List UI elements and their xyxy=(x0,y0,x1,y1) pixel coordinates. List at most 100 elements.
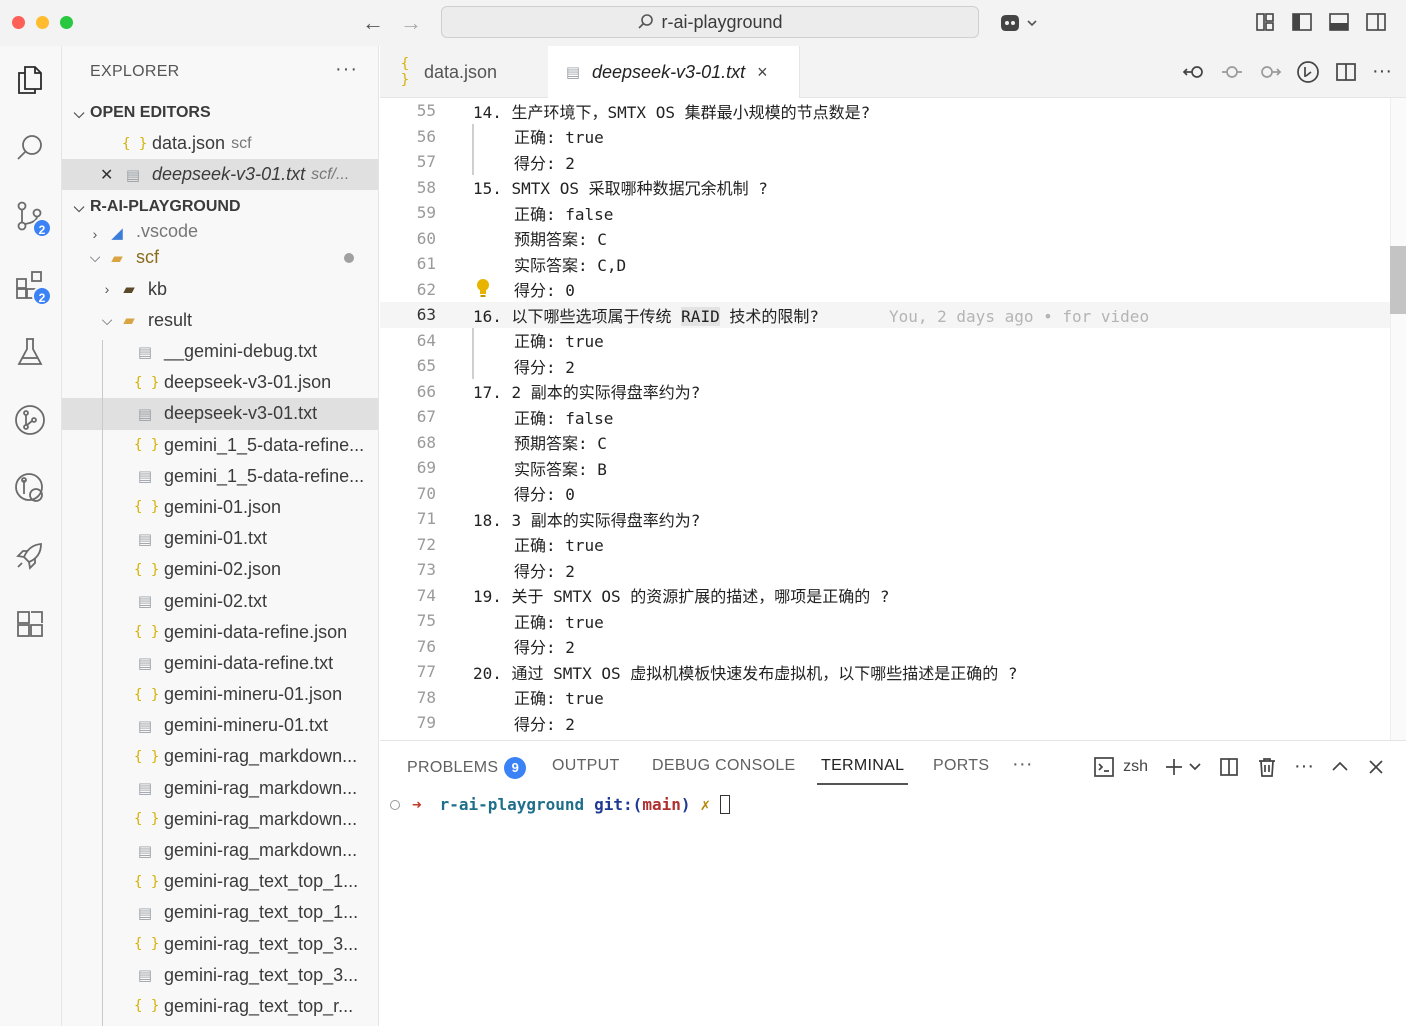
extensions-icon[interactable]: 2 xyxy=(10,264,52,306)
open-changes-previous-icon[interactable] xyxy=(1182,61,1206,83)
source-control-icon[interactable]: 2 xyxy=(10,196,52,238)
split-terminal-icon[interactable] xyxy=(1218,756,1240,778)
code-line[interactable]: 79 得分: 2 xyxy=(380,710,1390,736)
close-editor-icon[interactable]: ✕ xyxy=(100,165,122,185)
file-item[interactable]: ▤ gemini-mineru-01.txt xyxy=(62,710,378,741)
code-line[interactable]: 71 18. 3 副本的实际得盘率约为? xyxy=(380,506,1390,532)
tab-problems[interactable]: PROBLEMS 9 xyxy=(407,757,527,779)
folder-scf[interactable]: ⌵ ▰ scf xyxy=(62,242,378,273)
deploy-rocket-icon[interactable] xyxy=(10,536,50,576)
file-item[interactable]: ▤ gemini_1_5-data-refine... xyxy=(62,461,378,492)
code-line[interactable]: 57 得分: 2 xyxy=(380,149,1390,175)
file-item[interactable]: { } gemini-01.json xyxy=(62,492,378,523)
code-line[interactable]: 55 14. 生产环境下，SMTX OS 集群最小规模的节点数是? xyxy=(380,98,1390,124)
tab-output[interactable]: OUTPUT xyxy=(552,757,620,775)
toggle-primary-sidebar-icon[interactable] xyxy=(1291,12,1313,37)
open-editor-item-active[interactable]: ✕ ▤ deepseek-v3-01.txt scf/... xyxy=(62,159,378,191)
code-line[interactable]: 70 得分: 0 xyxy=(380,481,1390,507)
code-line[interactable]: 76 得分: 2 xyxy=(380,634,1390,660)
terminal-shell-selector[interactable]: zsh xyxy=(1093,756,1148,778)
file-item[interactable]: { } gemini-data-refine.json xyxy=(62,617,378,648)
code-line[interactable]: 64 正确: true xyxy=(380,328,1390,354)
file-item[interactable]: ▤ gemini-rag_markdown... xyxy=(62,773,378,804)
command-center-search[interactable]: r-ai-playground xyxy=(441,6,979,38)
more-actions-icon[interactable]: ··· xyxy=(1372,60,1392,83)
toggle-panel-icon[interactable] xyxy=(1328,12,1350,37)
file-item[interactable]: { } gemini-rag_markdown... xyxy=(62,741,378,772)
file-item[interactable]: ▤ gemini-rag_markdown... xyxy=(62,835,378,866)
code-line[interactable]: 60 预期答案: C xyxy=(380,226,1390,252)
terminal-prompt[interactable]: ➜ r-ai-playground git:(main) ✗ xyxy=(390,795,731,814)
close-panel-icon[interactable] xyxy=(1366,757,1386,777)
code-line[interactable]: 72 正确: true xyxy=(380,532,1390,558)
forward-arrow-icon[interactable]: → xyxy=(400,10,422,36)
code-line[interactable]: 56 正确: true xyxy=(380,124,1390,150)
close-window-button[interactable] xyxy=(12,16,25,29)
file-item[interactable]: ▤ gemini-02.txt xyxy=(62,585,378,616)
code-line[interactable]: 62 得分: 0 xyxy=(380,277,1390,303)
git-graph-icon[interactable] xyxy=(1296,60,1320,83)
split-editor-icon[interactable] xyxy=(1334,61,1358,83)
code-editor[interactable]: 55 14. 生产环境下，SMTX OS 集群最小规模的节点数是? 56 正确: tr… xyxy=(380,98,1406,740)
code-line[interactable]: 68 预期答案: C xyxy=(380,430,1390,456)
git-commit-icon[interactable] xyxy=(1220,61,1244,83)
tab-terminal[interactable]: TERMINAL xyxy=(816,757,909,785)
search-icon[interactable] xyxy=(10,128,50,168)
close-tab-icon[interactable]: × xyxy=(757,62,768,83)
code-line[interactable]: 61 实际答案: C,D xyxy=(380,251,1390,277)
tab-data-json[interactable]: { } data.json xyxy=(380,46,548,98)
file-item[interactable]: { } gemini-mineru-01.json xyxy=(62,679,378,710)
file-item[interactable]: { } gemini-02.json xyxy=(62,554,378,585)
explorer-more-actions-button[interactable]: ··· xyxy=(335,58,358,81)
code-line[interactable]: 65 得分: 2 xyxy=(380,353,1390,379)
new-terminal-button[interactable] xyxy=(1164,757,1202,777)
code-line[interactable]: 59 正确: false xyxy=(380,200,1390,226)
open-changes-next-icon[interactable] xyxy=(1258,61,1282,83)
file-item[interactable]: { } gemini_1_5-data-refine... xyxy=(62,430,378,461)
code-line[interactable]: 73 得分: 2 xyxy=(380,557,1390,583)
maximize-panel-icon[interactable] xyxy=(1330,757,1350,777)
back-arrow-icon[interactable]: ← xyxy=(362,10,384,36)
editor-scrollbar[interactable] xyxy=(1390,98,1406,740)
code-line[interactable]: 75 正确: true xyxy=(380,608,1390,634)
file-item[interactable]: ▤ gemini-data-refine.txt xyxy=(62,648,378,679)
explorer-icon[interactable] xyxy=(10,60,50,100)
code-line[interactable]: 67 正确: false xyxy=(380,404,1390,430)
minimize-window-button[interactable] xyxy=(36,16,49,29)
file-item[interactable]: ▤ gemini-rag_text_top_1... xyxy=(62,897,378,928)
maximize-window-button[interactable] xyxy=(60,16,73,29)
folder-vscode[interactable]: › ◢ .vscode xyxy=(62,222,378,242)
lightbulb-icon[interactable] xyxy=(476,278,490,304)
panel-more-tabs-button[interactable]: ··· xyxy=(1012,753,1033,776)
folder-kb[interactable]: › ▰ kb xyxy=(62,274,378,305)
containers-icon[interactable] xyxy=(10,604,50,644)
open-editor-item[interactable]: { } data.json scf xyxy=(62,128,378,159)
code-line[interactable]: 63 16. 以下哪些选项属于传统 RAID 技术的限制? You, 2 days … xyxy=(380,302,1390,328)
file-item[interactable]: { } gemini-rag_text_top_r... xyxy=(62,991,378,1022)
editor-scroll-thumb[interactable] xyxy=(1390,246,1406,314)
code-line[interactable]: 78 正确: true xyxy=(380,685,1390,711)
project-section[interactable]: ⌵ R-AI-PLAYGROUND xyxy=(62,192,378,222)
tab-ports[interactable]: PORTS xyxy=(933,757,989,775)
file-item[interactable]: ▤ __gemini-debug.txt xyxy=(62,336,378,367)
tab-deepseek-txt[interactable]: ▤ deepseek-v3-01.txt × xyxy=(548,46,800,98)
panel-more-actions-icon[interactable]: ··· xyxy=(1294,755,1314,778)
file-item[interactable]: ▤ gemini-rag_text_top_3... xyxy=(62,960,378,991)
testing-flask-icon[interactable] xyxy=(10,332,50,372)
toggle-secondary-sidebar-icon[interactable] xyxy=(1365,12,1387,37)
file-item[interactable]: { } deepseek-v3-01.json xyxy=(62,367,378,398)
copilot-icon[interactable] xyxy=(998,12,1040,39)
file-item[interactable]: ▤ deepseek-v3-01.txt xyxy=(62,398,378,430)
file-item[interactable]: { } gemini-rag_text_top_1... xyxy=(62,866,378,897)
git-graph-icon[interactable] xyxy=(10,400,50,440)
code-line[interactable]: 69 实际答案: B xyxy=(380,455,1390,481)
trash-icon[interactable] xyxy=(1256,756,1278,778)
code-line[interactable]: 66 17. 2 副本的实际得盘率约为? xyxy=(380,379,1390,405)
code-line[interactable]: 77 20. 通过 SMTX OS 虚拟机模板快速发布虚拟机，以下哪些描述是正确的… xyxy=(380,659,1390,685)
file-item[interactable]: ▤ gemini-01.txt xyxy=(62,523,378,554)
open-editors-section[interactable]: ⌵ OPEN EDITORS xyxy=(62,98,378,128)
file-item[interactable]: { } gemini-rag_markdown... xyxy=(62,804,378,835)
code-line[interactable]: 74 19. 关于 SMTX OS 的资源扩展的描述，哪项是正确的 ? xyxy=(380,583,1390,609)
tab-debug-console[interactable]: DEBUG CONSOLE xyxy=(652,757,796,775)
code-line[interactable]: 58 15. SMTX OS 采取哪种数据冗余机制 ? xyxy=(380,175,1390,201)
